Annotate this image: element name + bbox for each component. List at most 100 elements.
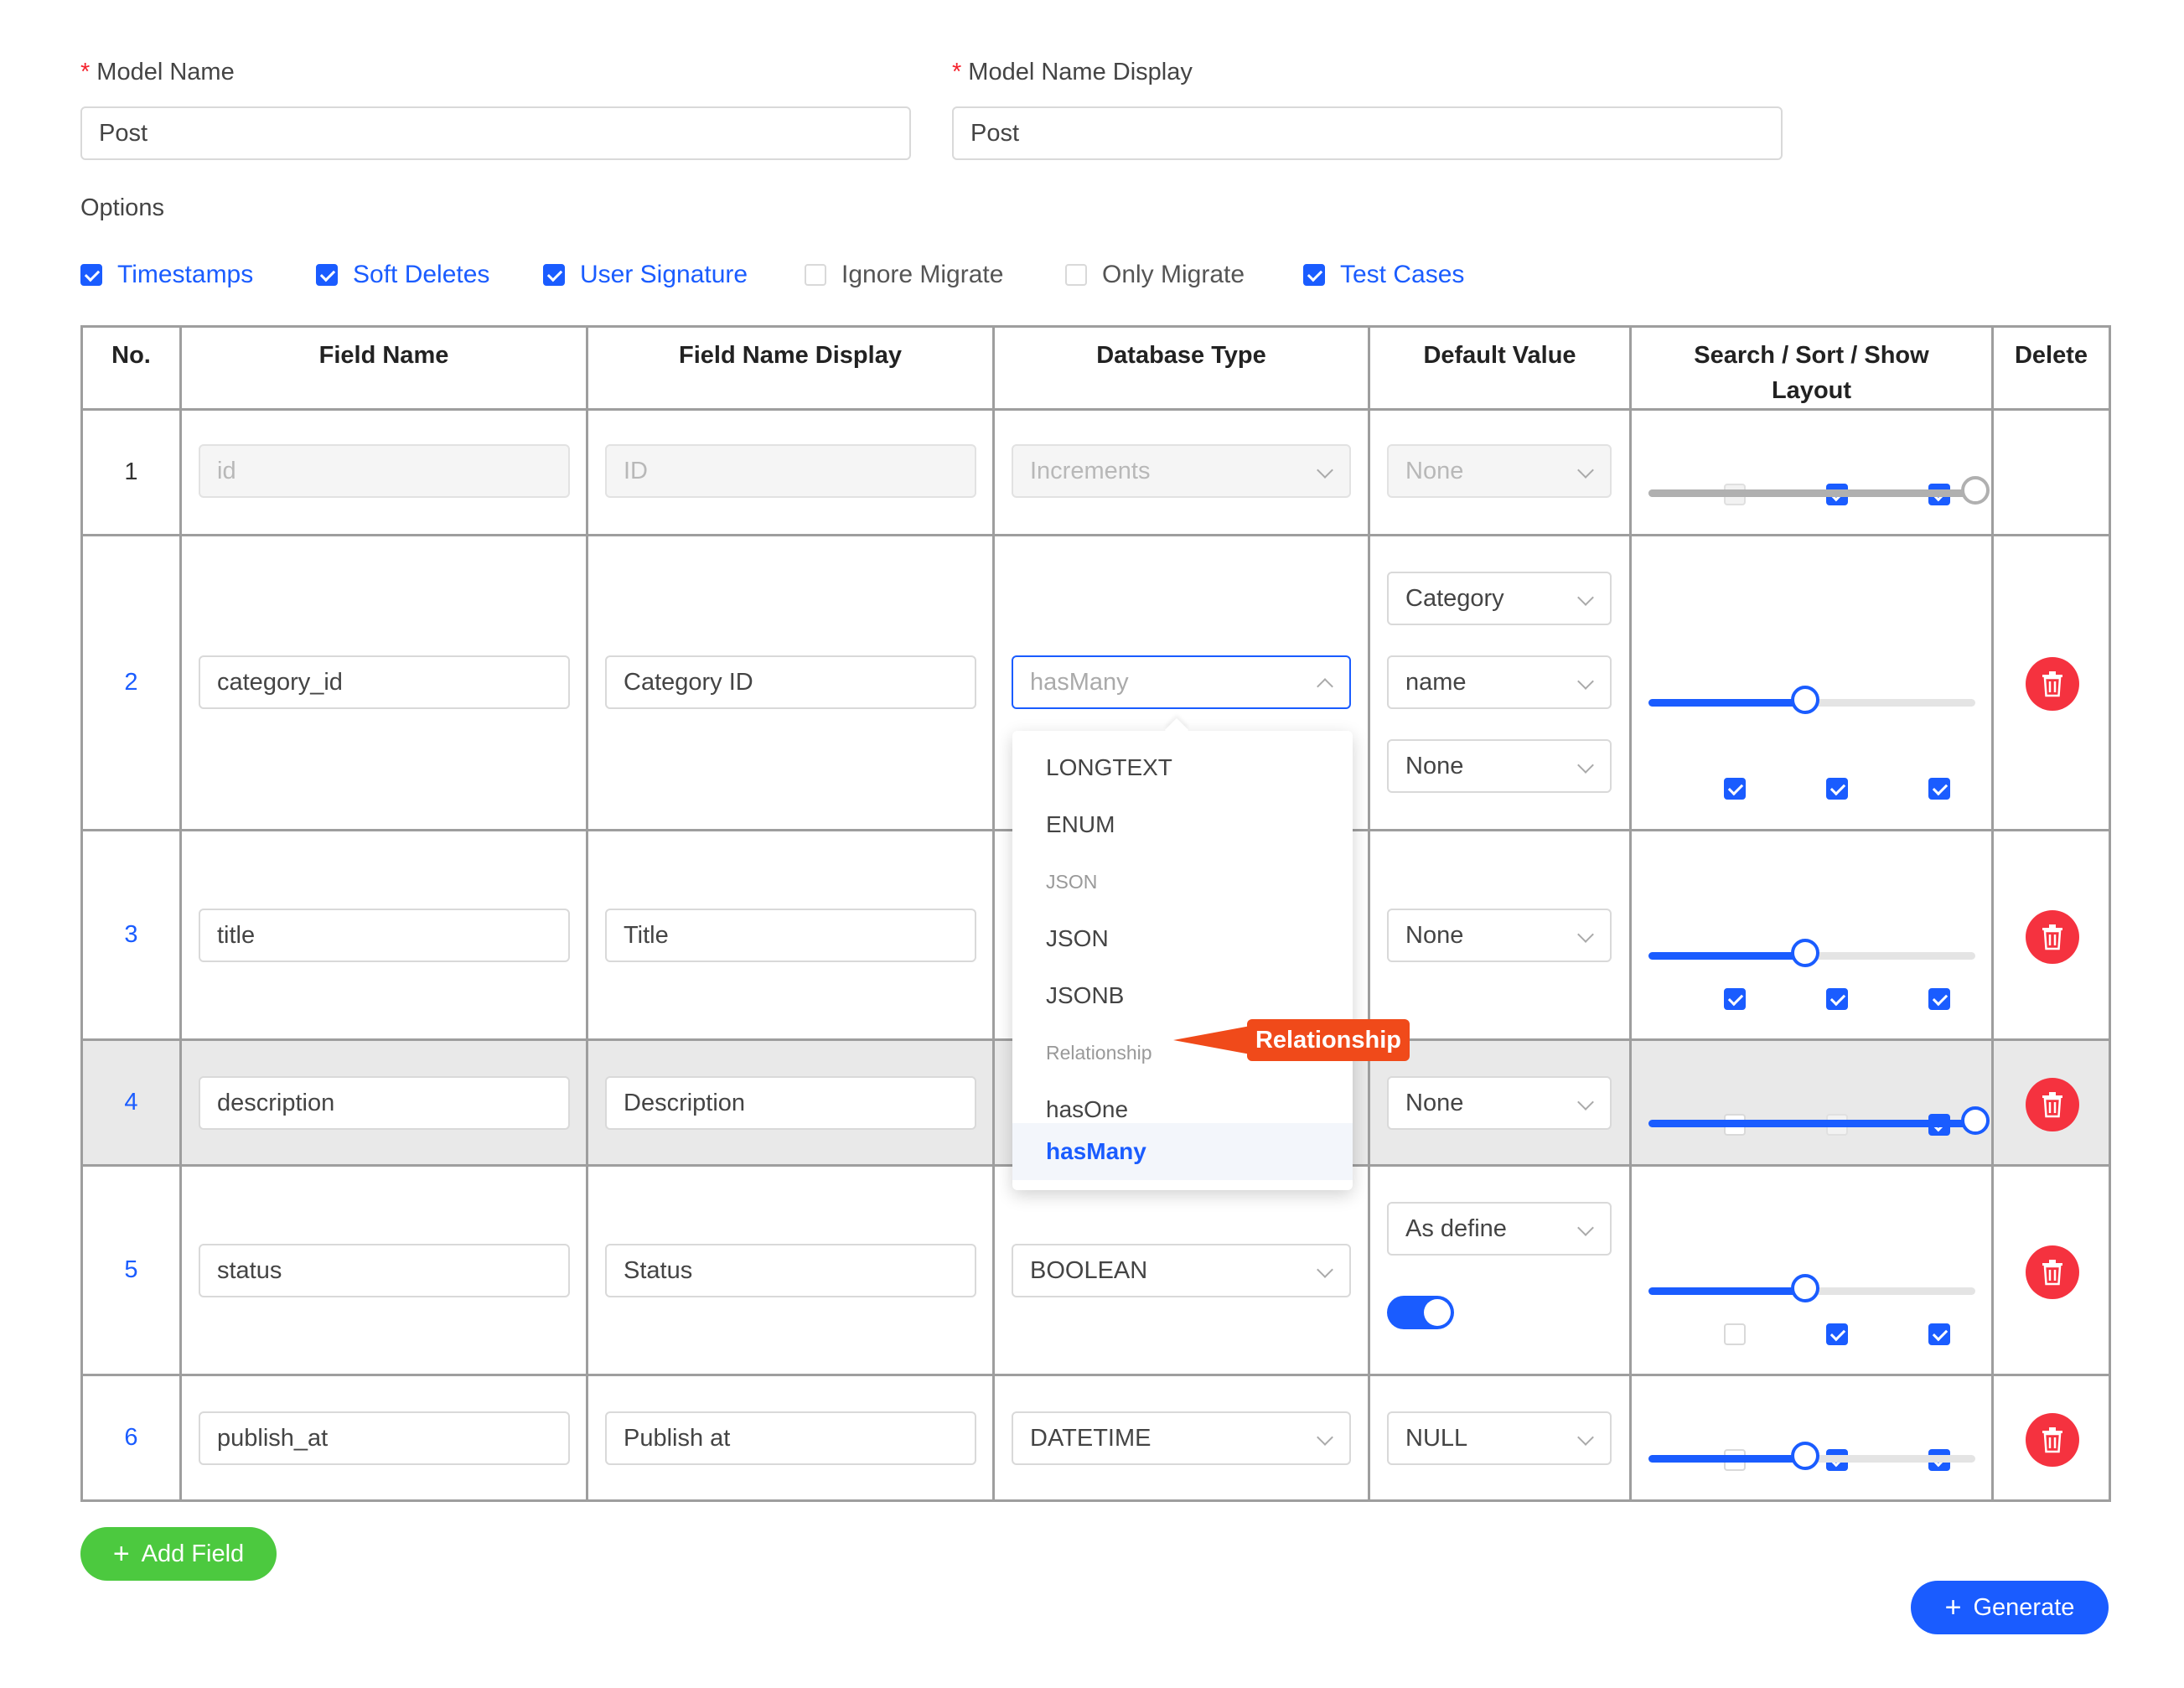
- option-user-signature[interactable]: User Signature: [543, 261, 748, 289]
- layout-slider[interactable]: [1648, 476, 1990, 505]
- trash-icon: [2042, 671, 2062, 697]
- default-value-select[interactable]: None: [1387, 739, 1612, 793]
- field-name-input[interactable]: id: [199, 444, 570, 498]
- default-value-select[interactable]: None: [1387, 909, 1612, 962]
- plus-icon: +: [112, 1537, 130, 1570]
- slider-handle[interactable]: [1791, 1274, 1820, 1302]
- header-delete: Delete: [1991, 325, 2111, 411]
- model-name-label: * Model Name: [80, 59, 235, 85]
- header-no: No.: [80, 325, 182, 411]
- dropdown-option-jsonb[interactable]: JSONB: [1012, 967, 1353, 1024]
- layout-slider[interactable]: [1648, 1442, 1975, 1470]
- field-name-input[interactable]: publish_at: [199, 1411, 570, 1465]
- model-name-display-input[interactable]: Post: [952, 106, 1783, 160]
- show-checkbox[interactable]: [1928, 778, 1950, 800]
- field-display-input[interactable]: Title: [605, 909, 976, 962]
- model-name-display-label: * Model Name Display: [952, 59, 1193, 85]
- field-display-input[interactable]: Description: [605, 1076, 976, 1130]
- database-type-select[interactable]: Increments: [1012, 444, 1351, 498]
- option-test-cases[interactable]: Test Cases: [1303, 261, 1464, 289]
- delete-button[interactable]: [2026, 1078, 2079, 1131]
- add-field-button[interactable]: + Add Field: [80, 1527, 277, 1581]
- delete-button[interactable]: [2026, 657, 2079, 711]
- slider-handle[interactable]: [1791, 1442, 1820, 1470]
- default-value-select[interactable]: NULL: [1387, 1411, 1612, 1465]
- row-number: 4: [80, 1038, 182, 1167]
- slider-handle[interactable]: [1791, 939, 1820, 967]
- chevron-down-icon: [1577, 926, 1594, 943]
- search-checkbox[interactable]: [1724, 988, 1746, 1010]
- show-checkbox[interactable]: [1928, 1323, 1950, 1345]
- default-toggle[interactable]: [1387, 1296, 1454, 1329]
- row-number: 1: [80, 408, 182, 536]
- row-number: 3: [80, 829, 182, 1041]
- option-ignore-migrate[interactable]: Ignore Migrate: [805, 261, 1003, 289]
- slider-handle[interactable]: [1791, 686, 1820, 714]
- user-signature-checkbox[interactable]: [543, 264, 565, 286]
- delete-button[interactable]: [2026, 910, 2079, 964]
- test-cases-checkbox[interactable]: [1303, 264, 1325, 286]
- callout-pointer: [1173, 1026, 1250, 1054]
- field-display-input[interactable]: Status: [605, 1244, 976, 1297]
- dropdown-option-hasmany[interactable]: hasMany: [1012, 1123, 1353, 1180]
- trash-icon: [2042, 1260, 2062, 1286]
- sort-checkbox[interactable]: [1825, 1323, 1848, 1345]
- field-display-input[interactable]: Publish at: [605, 1411, 976, 1465]
- delete-button[interactable]: [2026, 1413, 2079, 1467]
- trash-icon: [2042, 924, 2062, 950]
- chevron-down-icon: [1577, 1094, 1594, 1111]
- chevron-down-icon: [1577, 673, 1594, 690]
- field-name-input[interactable]: status: [199, 1244, 570, 1297]
- layout-slider[interactable]: [1648, 1274, 1975, 1302]
- delete-button[interactable]: [2026, 1245, 2079, 1299]
- search-checkbox[interactable]: [1724, 778, 1746, 800]
- model-name-input[interactable]: Post: [80, 106, 911, 160]
- chevron-up-icon: [1317, 678, 1333, 695]
- default-value-select[interactable]: None: [1387, 1076, 1612, 1130]
- show-checkbox[interactable]: [1928, 988, 1950, 1010]
- generate-button[interactable]: + Generate: [1911, 1581, 2109, 1634]
- database-type-select[interactable]: DATETIME: [1012, 1411, 1351, 1465]
- sort-checkbox[interactable]: [1825, 988, 1848, 1010]
- layout-slider[interactable]: [1648, 686, 1975, 714]
- relation-model-select[interactable]: Category: [1387, 572, 1612, 625]
- dropdown-option-enum[interactable]: ENUM: [1012, 796, 1353, 853]
- field-display-input[interactable]: ID: [605, 444, 976, 498]
- option-only-migrate[interactable]: Only Migrate: [1065, 261, 1245, 289]
- chevron-down-icon: [1317, 462, 1333, 479]
- search-checkbox[interactable]: [1724, 1323, 1746, 1345]
- timestamps-checkbox[interactable]: [80, 264, 102, 286]
- dropdown-option-json[interactable]: JSON: [1012, 910, 1353, 967]
- relation-field-select[interactable]: name: [1387, 655, 1612, 709]
- database-type-select[interactable]: hasMany: [1012, 655, 1351, 709]
- table-row: 1 id ID Increments None: [80, 408, 2111, 536]
- option-timestamps[interactable]: Timestamps: [80, 261, 253, 289]
- option-soft-deletes[interactable]: Soft Deletes: [316, 261, 489, 289]
- trash-icon: [2042, 1427, 2062, 1453]
- chevron-down-icon: [1577, 1219, 1594, 1236]
- database-type-select[interactable]: BOOLEAN: [1012, 1244, 1351, 1297]
- field-name-input[interactable]: category_id: [199, 655, 570, 709]
- ignore-migrate-checkbox[interactable]: [805, 264, 826, 286]
- only-migrate-checkbox[interactable]: [1065, 264, 1087, 286]
- field-name-input[interactable]: description: [199, 1076, 570, 1130]
- chevron-down-icon: [1577, 1429, 1594, 1446]
- layout-slider[interactable]: [1648, 1106, 1990, 1135]
- field-name-input[interactable]: title: [199, 909, 570, 962]
- header-field-name: Field Name: [179, 325, 588, 411]
- slider-handle[interactable]: [1961, 1106, 1990, 1135]
- chevron-down-icon: [1577, 462, 1594, 479]
- header-search-sort-show: Search / Sort / Show Layout: [1629, 325, 1994, 411]
- default-value-select[interactable]: As define: [1387, 1202, 1612, 1256]
- layout-slider[interactable]: [1648, 939, 1975, 967]
- slider-handle[interactable]: [1961, 476, 1990, 505]
- dropdown-option-longtext[interactable]: LONGTEXT: [1012, 739, 1353, 796]
- field-display-input[interactable]: Category ID: [605, 655, 976, 709]
- table-row: 6 publish_at Publish at DATETIME NULL: [80, 1374, 2111, 1502]
- soft-deletes-checkbox[interactable]: [316, 264, 338, 286]
- default-value-select[interactable]: None: [1387, 444, 1612, 498]
- options-label: Options: [80, 194, 164, 221]
- sort-checkbox[interactable]: [1825, 778, 1848, 800]
- chevron-down-icon: [1577, 589, 1594, 606]
- header-database-type: Database Type: [992, 325, 1370, 411]
